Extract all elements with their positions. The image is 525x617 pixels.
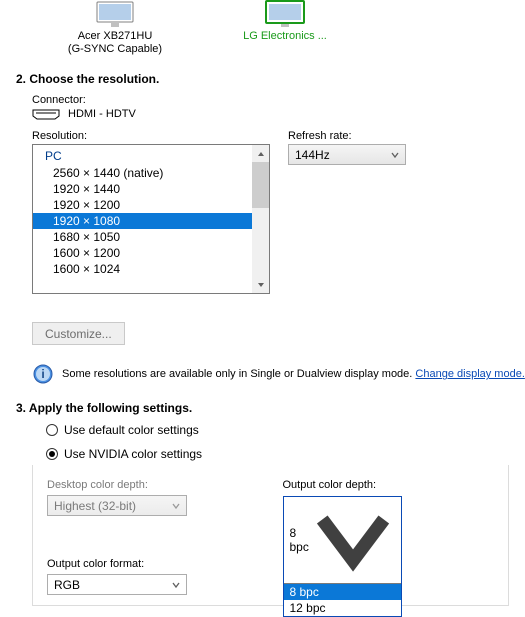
svg-text:i: i <box>41 367 44 381</box>
scrollbar[interactable] <box>252 145 269 293</box>
monitor-icon <box>95 0 135 28</box>
resolution-group-header: PC <box>33 145 252 165</box>
resolution-listbox[interactable]: PC2560 × 1440 (native)1920 × 14401920 × … <box>32 144 270 294</box>
resolution-item[interactable]: 1920 × 1080 <box>33 213 252 229</box>
resolution-item[interactable]: 1920 × 1200 <box>33 197 252 213</box>
radio-nvidia-color[interactable]: Use NVIDIA color settings <box>46 447 525 461</box>
connector-label: Connector: <box>32 94 525 106</box>
radio-label: Use NVIDIA color settings <box>64 447 202 461</box>
dropdown-value: 8 bpc <box>290 526 313 554</box>
dropdown-option[interactable]: 8 bpc <box>284 584 401 600</box>
chevron-down-icon <box>391 151 399 159</box>
scroll-thumb[interactable] <box>252 162 269 208</box>
change-display-mode-link[interactable]: Change display mode. <box>415 368 524 380</box>
output-color-depth-dropdown[interactable]: 8 bpc 8 bpc12 bpc <box>283 496 402 617</box>
resolution-item[interactable]: 1600 × 1200 <box>33 245 252 261</box>
refresh-rate-label: Refresh rate: <box>288 130 406 142</box>
nvidia-color-group: Desktop color depth: Highest (32-bit) Ou… <box>32 465 509 606</box>
section-3-header: 3. Apply the following settings. <box>16 401 525 415</box>
resolution-item[interactable]: 1920 × 1440 <box>33 181 252 197</box>
chevron-down-icon <box>172 581 180 589</box>
dropdown-value: Highest (32-bit) <box>54 499 136 513</box>
chevron-down-icon <box>172 502 180 510</box>
scroll-down-button[interactable] <box>252 276 269 293</box>
chevron-down-icon <box>312 499 394 581</box>
customize-button[interactable]: Customize... <box>32 322 125 345</box>
info-icon: i <box>32 363 54 385</box>
resolution-item[interactable]: 1680 × 1050 <box>33 229 252 245</box>
output-color-format-label: Output color format: <box>47 558 259 570</box>
monitor-icon <box>265 0 305 28</box>
connector-value: HDMI - HDTV <box>68 108 136 120</box>
section-2-header: 2. Choose the resolution. <box>16 72 525 86</box>
dropdown-value: RGB <box>54 578 80 592</box>
monitor-label: LG Electronics ... <box>230 30 340 43</box>
radio-label: Use default color settings <box>64 423 199 437</box>
output-color-format-dropdown[interactable]: RGB <box>47 574 187 595</box>
refresh-rate-value: 144Hz <box>295 148 330 162</box>
radio-default-color[interactable]: Use default color settings <box>46 423 525 437</box>
refresh-rate-dropdown[interactable]: 144Hz <box>288 144 406 165</box>
scroll-up-button[interactable] <box>252 145 269 162</box>
dropdown-option[interactable]: 12 bpc <box>284 600 401 616</box>
radio-icon <box>46 424 58 436</box>
scroll-track[interactable] <box>252 162 269 276</box>
hdmi-icon <box>32 108 60 120</box>
monitor-acer[interactable]: Acer XB271HU (G-SYNC Capable) <box>60 0 170 56</box>
info-text: Some resolutions are available only in S… <box>62 368 525 380</box>
monitor-label: Acer XB271HU (G-SYNC Capable) <box>60 30 170 56</box>
output-color-depth-label: Output color depth: <box>283 479 495 491</box>
resolution-item[interactable]: 1600 × 1024 <box>33 261 252 277</box>
radio-icon <box>46 448 58 460</box>
resolution-label: Resolution: <box>32 130 270 142</box>
monitor-lg[interactable]: LG Electronics ... <box>230 0 340 56</box>
desktop-color-depth-label: Desktop color depth: <box>47 479 259 491</box>
resolution-item[interactable]: 2560 × 1440 (native) <box>33 165 252 181</box>
desktop-color-depth-dropdown[interactable]: Highest (32-bit) <box>47 495 187 516</box>
